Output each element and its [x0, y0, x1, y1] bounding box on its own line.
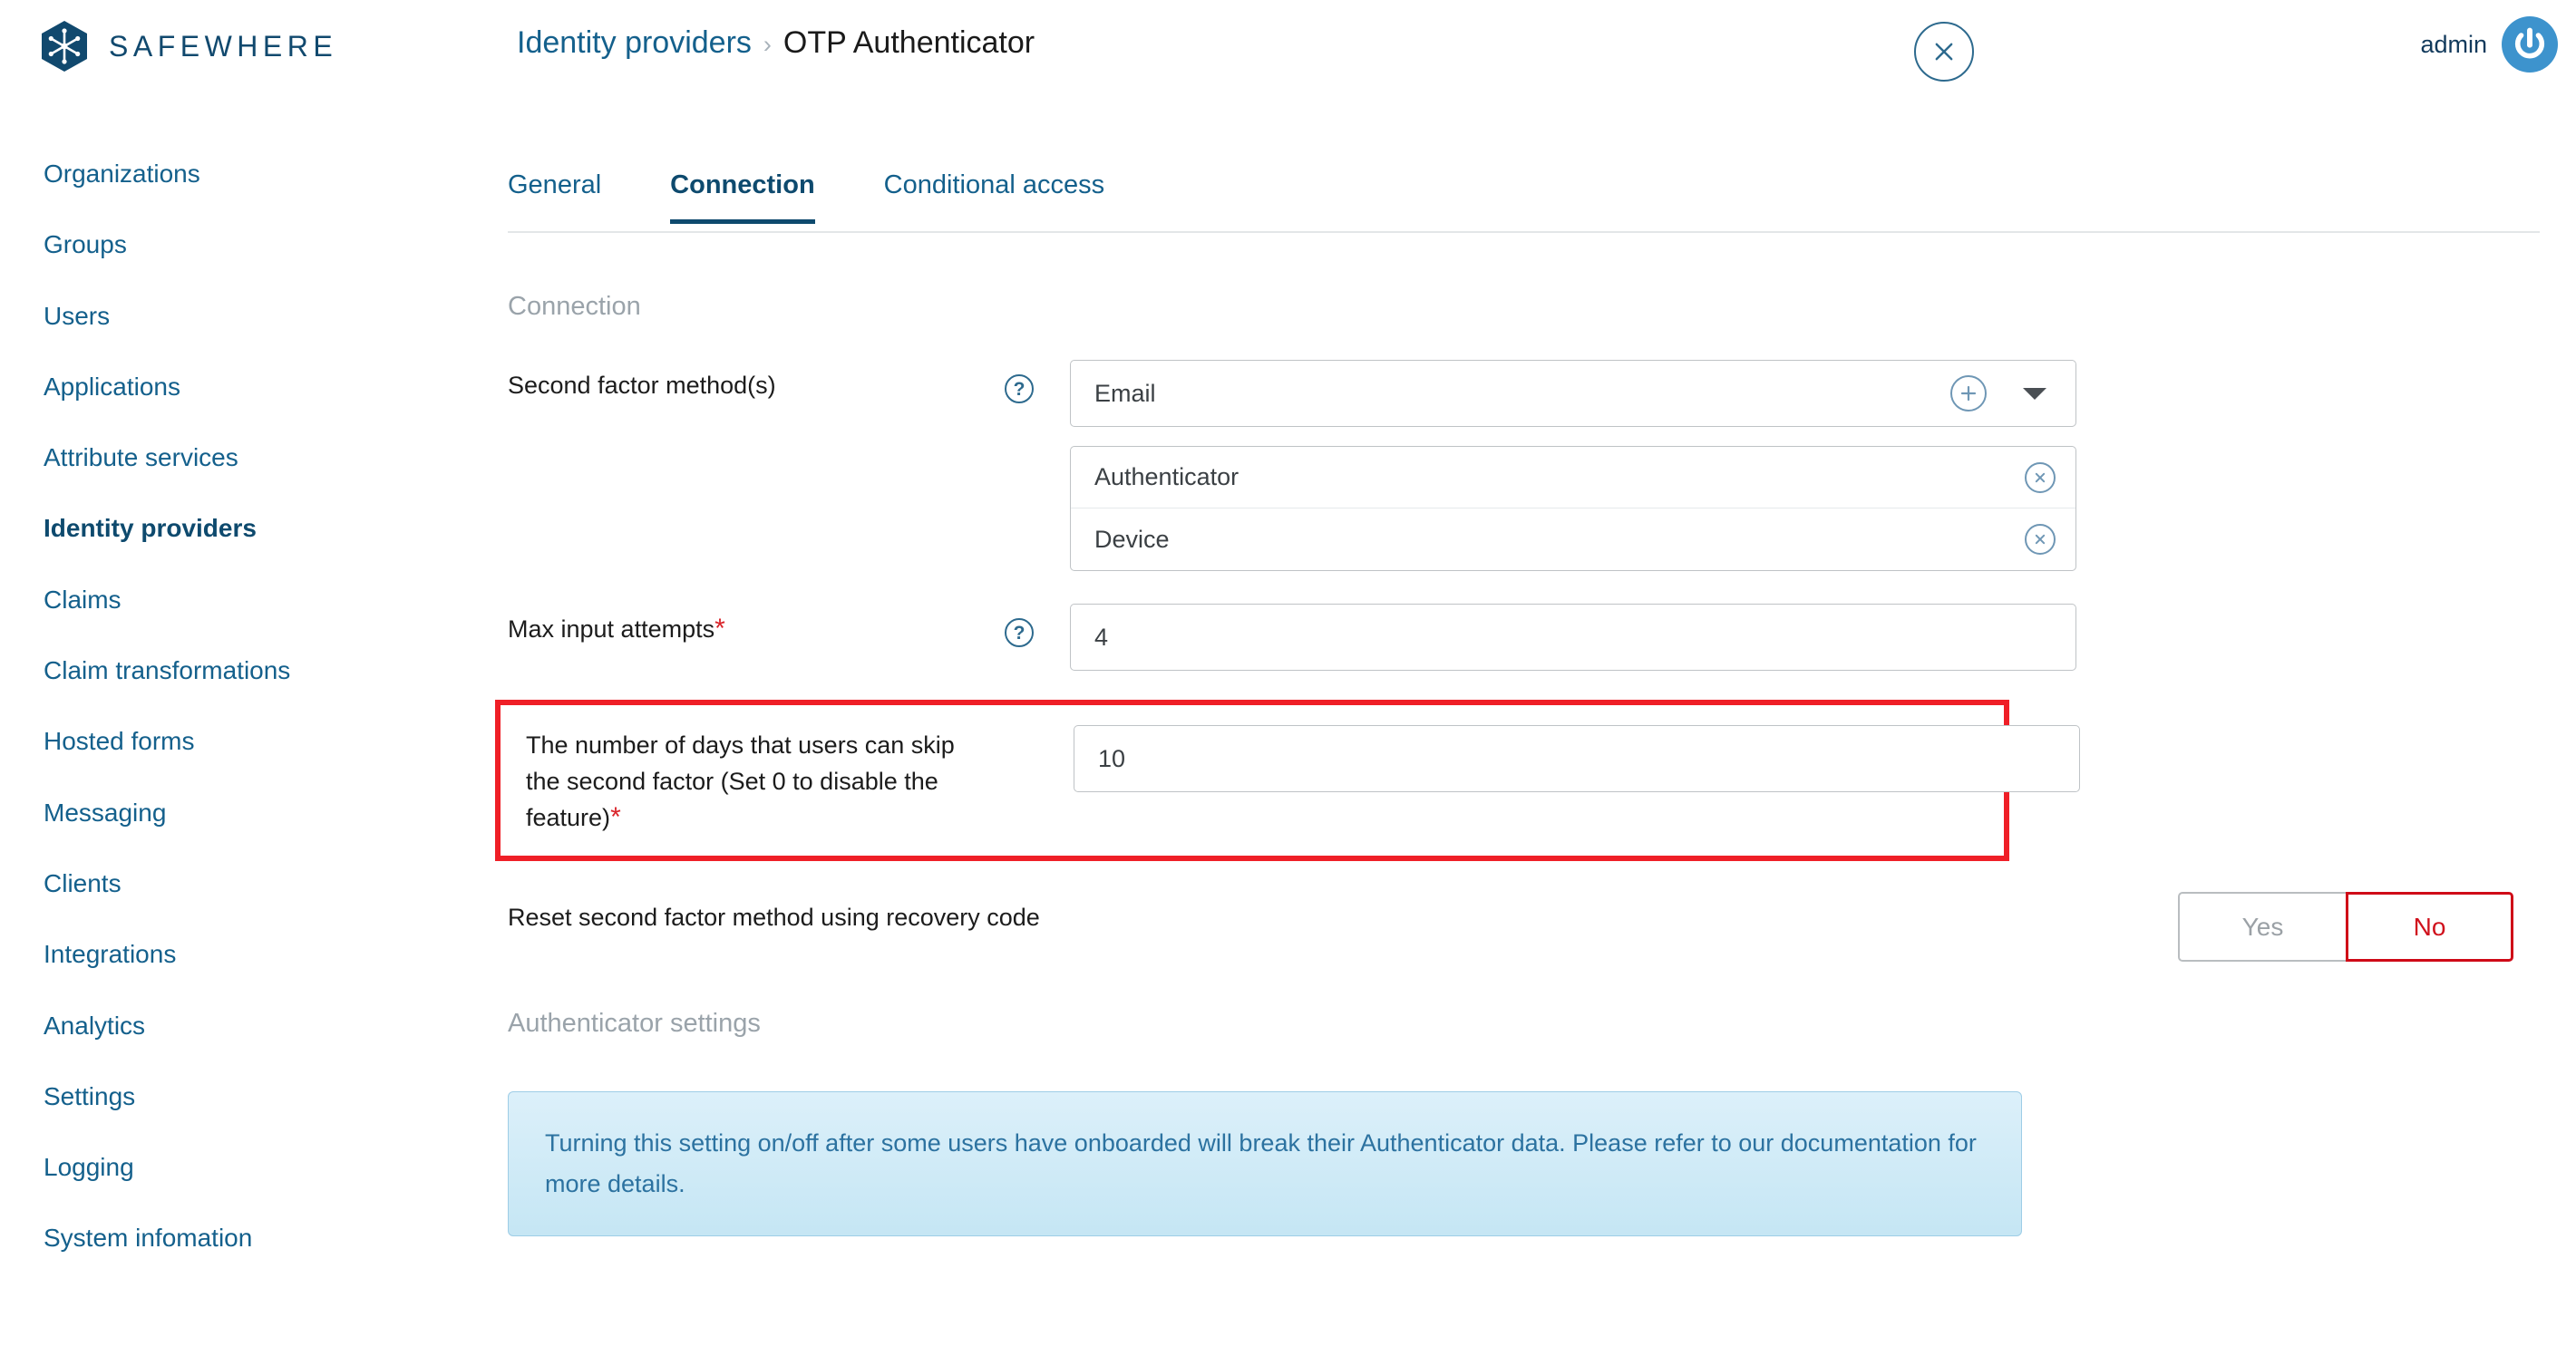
- sidebar-item-settings[interactable]: Settings: [0, 1082, 508, 1121]
- breadcrumb-current: OTP Authenticator: [783, 25, 1035, 60]
- sidebar-item-applications[interactable]: Applications: [0, 373, 508, 412]
- close-icon: [1935, 43, 1953, 61]
- skip-days-input[interactable]: 10: [1074, 725, 2080, 792]
- connection-form: Second factor method(s) ? Email Authenti…: [495, 360, 2540, 1236]
- skip-days-help-spacer: [987, 725, 1074, 740]
- skip-days-label: The number of days that users can skip t…: [501, 725, 987, 836]
- field-max-input-attempts: Max input attempts* ? 4: [508, 604, 2540, 671]
- breadcrumb-parent-link[interactable]: Identity providers: [517, 25, 752, 61]
- breadcrumb-separator: ›: [763, 31, 772, 58]
- chip-label: Authenticator: [1094, 463, 1239, 490]
- sidebar-item-analytics[interactable]: Analytics: [0, 1012, 508, 1051]
- toggle-no-button[interactable]: No: [2346, 892, 2513, 962]
- sidebar-item-system-information[interactable]: System infomation: [0, 1224, 508, 1263]
- second-factor-select[interactable]: Email: [1070, 360, 2076, 427]
- list-item[interactable]: Authenticator: [1071, 447, 2075, 508]
- sidebar-item-integrations[interactable]: Integrations: [0, 940, 508, 979]
- list-item[interactable]: Device: [1071, 508, 2075, 570]
- max-input-attempts-label-text: Max input attempts: [508, 615, 715, 643]
- yes-no-toggle: Yes No: [2178, 892, 2513, 962]
- max-input-attempts-input[interactable]: 4: [1070, 604, 2076, 671]
- snowflake-hexagon-icon: [42, 21, 87, 72]
- field-reset-recovery: Reset second factor method using recover…: [508, 892, 2540, 962]
- brand-logo[interactable]: SAFEWHERE: [40, 20, 337, 73]
- reset-recovery-control: Yes No: [1639, 892, 2540, 962]
- question-mark-icon[interactable]: ?: [1005, 374, 1034, 403]
- max-input-attempts-control: 4: [1070, 604, 2540, 671]
- breadcrumb: Identity providers › OTP Authenticator: [517, 25, 1035, 61]
- skip-days-control: 10: [1074, 725, 2080, 792]
- close-button[interactable]: [1914, 22, 1974, 82]
- required-marker: *: [714, 614, 725, 644]
- sidebar-item-attribute-services[interactable]: Attribute services: [0, 443, 508, 482]
- skip-days-label-text: The number of days that users can skip t…: [526, 731, 955, 831]
- second-factor-control: Email Authenticator Device: [1070, 360, 2540, 571]
- plus-circle-icon[interactable]: [1950, 375, 1987, 412]
- remove-circle-icon[interactable]: [2025, 524, 2056, 555]
- user-name: admin: [2420, 30, 2487, 58]
- tab-bar: General Connection Conditional access: [508, 160, 2540, 233]
- toggle-yes-button[interactable]: Yes: [2178, 892, 2346, 962]
- authenticator-section-title: Authenticator settings: [508, 1009, 761, 1038]
- sidebar-item-hosted-forms[interactable]: Hosted forms: [0, 727, 508, 766]
- max-input-attempts-label: Max input attempts*: [508, 604, 984, 647]
- max-input-attempts-help: ?: [984, 604, 1070, 647]
- tab-connection[interactable]: Connection: [670, 160, 815, 224]
- sidebar-item-logging[interactable]: Logging: [0, 1153, 508, 1192]
- sidebar: Organizations Groups Users Applications …: [0, 160, 508, 1295]
- reset-recovery-label: Reset second factor method using recover…: [508, 904, 1040, 931]
- connection-section-title: Connection: [508, 292, 641, 321]
- brand-name: SAFEWHERE: [109, 29, 338, 63]
- field-second-factor-methods: Second factor method(s) ? Email Authenti…: [508, 360, 2540, 571]
- required-marker: *: [610, 802, 621, 832]
- power-icon: [2514, 27, 2545, 59]
- sidebar-item-users[interactable]: Users: [0, 302, 508, 341]
- question-mark-icon[interactable]: ?: [1005, 618, 1034, 647]
- tab-conditional-access[interactable]: Conditional access: [884, 160, 1104, 222]
- second-factor-chip-list: Authenticator Device: [1070, 446, 2076, 571]
- remove-circle-icon[interactable]: [2025, 461, 2056, 493]
- info-banner: Turning this setting on/off after some u…: [508, 1091, 2022, 1236]
- sidebar-item-messaging[interactable]: Messaging: [0, 799, 508, 838]
- chip-label: Device: [1094, 525, 1170, 553]
- app-header: SAFEWHERE Identity providers › OTP Authe…: [0, 0, 2576, 98]
- tab-general[interactable]: General: [508, 160, 601, 222]
- highlight-region-skip-days: The number of days that users can skip t…: [495, 700, 2080, 861]
- sidebar-item-claim-transformations[interactable]: Claim transformations: [0, 656, 508, 695]
- sidebar-item-claims[interactable]: Claims: [0, 586, 508, 625]
- second-factor-label: Second factor method(s): [508, 372, 776, 399]
- chevron-down-icon[interactable]: [2023, 387, 2046, 400]
- user-menu[interactable]: admin: [2420, 16, 2558, 73]
- main-content: General Connection Conditional access Co…: [495, 160, 2576, 1236]
- sidebar-item-groups[interactable]: Groups: [0, 230, 508, 269]
- app-root: SAFEWHERE Identity providers › OTP Authe…: [0, 0, 2576, 1346]
- sidebar-item-organizations[interactable]: Organizations: [0, 160, 508, 199]
- avatar[interactable]: [2502, 16, 2558, 73]
- sidebar-item-identity-providers[interactable]: Identity providers: [0, 514, 508, 553]
- second-factor-selected-value: Email: [1094, 379, 1156, 407]
- second-factor-help: ?: [984, 360, 1070, 403]
- sidebar-item-clients[interactable]: Clients: [0, 869, 508, 908]
